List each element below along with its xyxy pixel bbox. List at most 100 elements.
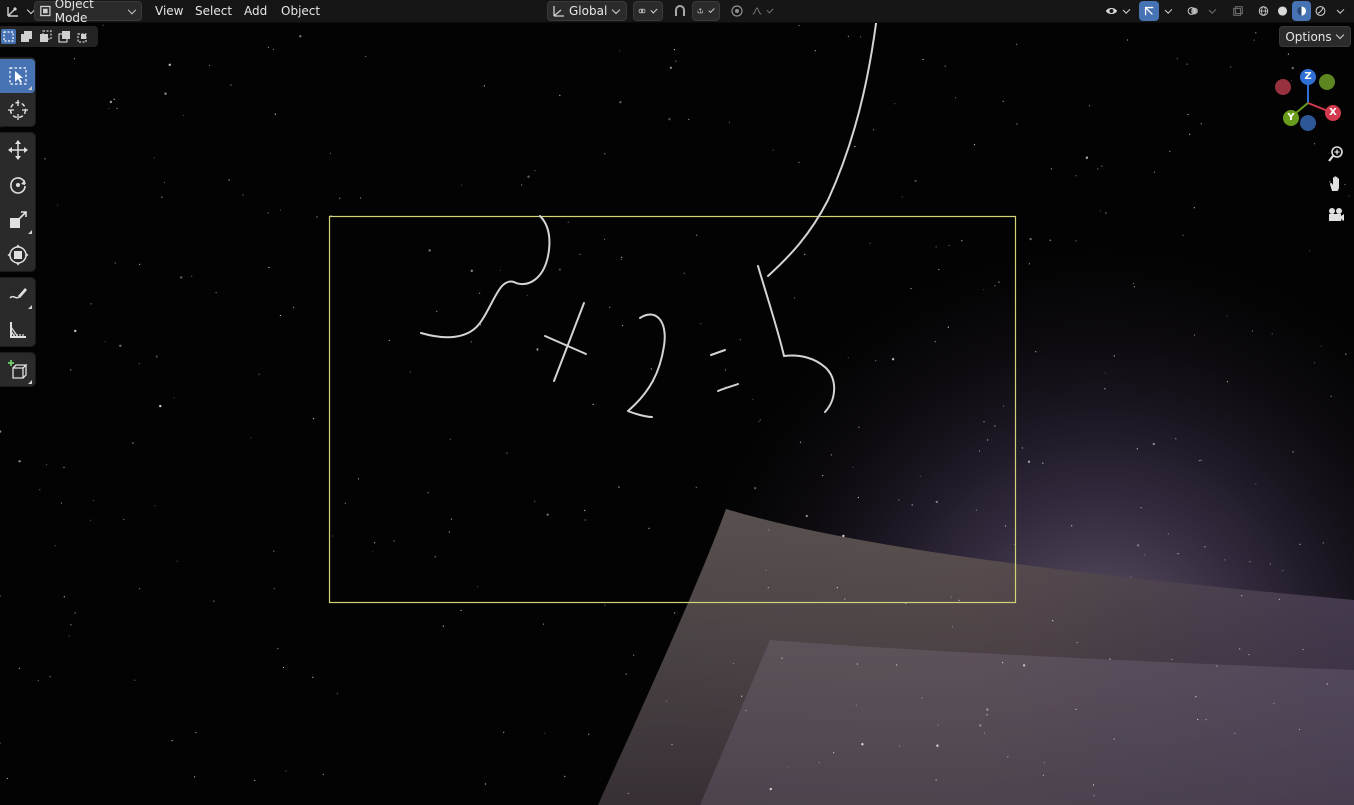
tool-measure[interactable] xyxy=(0,313,35,347)
gizmo-x-axis[interactable]: X xyxy=(1325,105,1341,121)
options-label: Options xyxy=(1285,29,1332,44)
transform-orientation-dropdown[interactable]: Global xyxy=(547,1,627,21)
proportional-editing-icon xyxy=(731,5,743,17)
xray-toggle[interactable] xyxy=(1228,1,1248,21)
pan-hand-icon xyxy=(1330,176,1339,191)
measure-ruler-icon xyxy=(9,322,26,338)
pivot-link-icon xyxy=(638,8,646,14)
options-dropdown[interactable]: Options xyxy=(1279,26,1351,47)
overlay-icon xyxy=(1187,7,1198,15)
toolbar-group-annotate xyxy=(0,277,36,347)
zoom-icon xyxy=(1328,146,1343,162)
falloff-curve-icon xyxy=(752,7,762,15)
move-arrows-icon xyxy=(7,140,28,160)
tool-cursor[interactable] xyxy=(0,93,35,127)
menu-view[interactable]: View xyxy=(149,2,189,20)
tool-transform[interactable] xyxy=(0,238,35,272)
overlay-dropdown[interactable] xyxy=(1203,1,1221,21)
toolbar-group-select xyxy=(0,57,36,127)
material-shading-button[interactable] xyxy=(1292,1,1311,21)
chevron-down-icon xyxy=(1335,30,1344,40)
tool-rotate[interactable] xyxy=(0,168,35,202)
snap-increment-icon xyxy=(697,8,703,14)
viewport-header: Object Mode View Select Add Object Globa… xyxy=(0,0,1354,25)
overlay-toggle[interactable] xyxy=(1183,1,1203,21)
xray-icon xyxy=(1233,6,1243,16)
chevron-down-icon xyxy=(650,6,658,13)
chevron-down-icon xyxy=(766,5,774,14)
menu-add[interactable]: Add xyxy=(238,2,273,20)
chevron-down-icon xyxy=(1122,5,1131,14)
object-mode-icon xyxy=(40,5,51,17)
tool-add-cube[interactable] xyxy=(0,353,35,387)
visibility-eye-icon xyxy=(1105,7,1118,15)
select-intersect-icon[interactable] xyxy=(76,29,91,44)
tool-submenu-marker xyxy=(28,380,32,384)
rendered-shading-icon xyxy=(1315,6,1326,16)
menu-object[interactable]: Object xyxy=(275,2,326,20)
camera-view-button[interactable] xyxy=(1324,203,1348,227)
tool-move[interactable] xyxy=(0,133,35,167)
3d-cursor-icon xyxy=(7,100,28,120)
chevron-down-icon xyxy=(1164,5,1173,14)
gizmo-y-axis[interactable]: Y xyxy=(1283,110,1299,126)
material-shading-icon xyxy=(1296,6,1307,16)
chevron-down-icon xyxy=(707,6,715,13)
shading-dropdown[interactable] xyxy=(1331,1,1349,21)
transform-icon xyxy=(7,244,28,266)
axis-cursor-icon xyxy=(7,7,18,17)
proportional-editing-toggle[interactable] xyxy=(726,1,748,21)
snap-toggle[interactable] xyxy=(669,1,691,21)
gizmo-toggle[interactable] xyxy=(1139,1,1159,21)
annotate-pen-icon xyxy=(8,288,27,299)
gizmo-neg-y[interactable] xyxy=(1319,74,1335,90)
select-invert-icon[interactable] xyxy=(57,29,72,44)
tool-submenu-marker xyxy=(28,86,32,90)
chevron-down-icon xyxy=(1336,5,1345,14)
navigation-gizmo[interactable]: Z X Y xyxy=(1270,66,1350,132)
rotate-icon xyxy=(9,177,26,194)
snap-target-dropdown[interactable] xyxy=(692,1,720,21)
select-new-icon[interactable] xyxy=(1,29,16,44)
chevron-down-icon xyxy=(128,5,137,14)
solid-shading-button[interactable] xyxy=(1273,1,1292,21)
mode-label: Object Mode xyxy=(54,0,94,25)
falloff-dropdown[interactable] xyxy=(748,1,778,21)
chevron-down-icon xyxy=(1208,5,1217,14)
toolbar-group-transform xyxy=(0,132,36,272)
tool-select-box[interactable] xyxy=(0,59,35,93)
select-subtract-icon[interactable] xyxy=(38,29,53,44)
tool-submenu-marker xyxy=(28,230,32,234)
mode-dropdown[interactable]: Object Mode xyxy=(34,0,142,25)
zoom-button[interactable] xyxy=(1324,142,1348,166)
select-extend-icon[interactable] xyxy=(19,29,34,44)
toolbar-group-add xyxy=(0,352,36,387)
camera-view-icon xyxy=(1329,208,1344,221)
scale-icon xyxy=(9,211,27,228)
select-mode-group xyxy=(0,26,98,47)
gizmo-z-axis[interactable]: Z xyxy=(1300,69,1316,85)
viewport-scene xyxy=(0,0,1354,805)
menu-select[interactable]: Select xyxy=(189,2,238,20)
tool-annotate[interactable] xyxy=(0,278,35,312)
gizmo-arrow-icon xyxy=(1144,6,1154,16)
gizmo-dropdown[interactable] xyxy=(1159,1,1177,21)
3d-viewport[interactable]: Object Mode View Select Add Object Globa… xyxy=(0,0,1354,805)
wireframe-shading-button[interactable] xyxy=(1254,1,1273,21)
select-cursor-icon xyxy=(8,67,27,85)
pivot-point-dropdown[interactable] xyxy=(633,1,663,21)
pan-button[interactable] xyxy=(1324,172,1348,196)
magnet-icon xyxy=(675,5,685,16)
orientation-label: Global xyxy=(569,4,608,18)
gizmo-neg-z[interactable] xyxy=(1300,115,1316,131)
wireframe-shading-icon xyxy=(1258,6,1269,16)
gizmo-neg-x[interactable] xyxy=(1275,79,1291,95)
solid-shading-icon xyxy=(1277,6,1288,16)
add-cube-icon xyxy=(7,360,28,379)
orientation-axes-icon xyxy=(553,6,564,17)
rendered-shading-button[interactable] xyxy=(1311,1,1330,21)
tool-submenu-marker xyxy=(28,305,32,309)
visibility-dropdown[interactable] xyxy=(1101,1,1135,21)
tool-scale[interactable] xyxy=(0,203,35,237)
chevron-down-icon xyxy=(612,5,621,14)
